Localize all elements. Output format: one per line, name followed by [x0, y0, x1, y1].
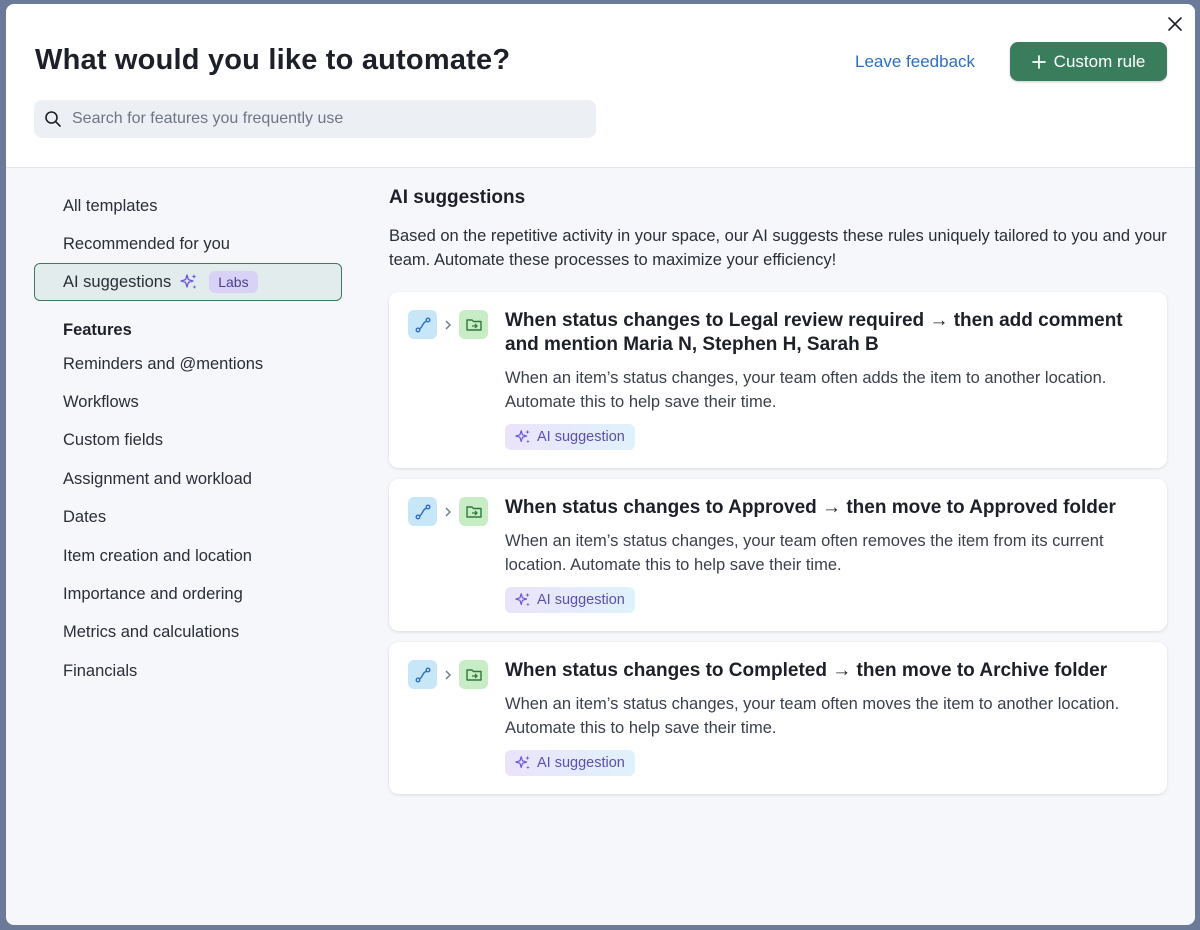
sidebar-item-reminders[interactable]: Reminders and @mentions — [34, 345, 342, 383]
sidebar-item-label: Financials — [63, 661, 138, 680]
folder-move-icon — [459, 310, 488, 339]
sidebar-item-label: Item creation and location — [63, 546, 252, 565]
card-icons — [408, 497, 488, 526]
custom-rule-label: Custom rule — [1053, 51, 1146, 71]
sparkle-icon — [515, 592, 530, 607]
section-title: AI suggestions — [389, 187, 526, 208]
sidebar-item-recommended[interactable]: Recommended for you — [34, 225, 342, 263]
suggestion-list: When status changes to Legal review requ… — [389, 292, 1167, 794]
card-description: When an item’s status changes, your team… — [505, 695, 1120, 737]
leave-feedback-link[interactable]: Leave feedback — [855, 52, 975, 72]
suggestion-card[interactable]: When status changes to Approved → then m… — [389, 479, 1167, 631]
ai-suggestion-chip[interactable]: AI suggestion — [505, 424, 635, 450]
folder-move-icon — [459, 660, 488, 689]
card-title: When status changes to Completed → then … — [505, 660, 1108, 681]
suggestion-card[interactable]: When status changes to Legal review requ… — [389, 292, 1167, 468]
ai-suggestion-chip[interactable]: AI suggestion — [505, 587, 635, 613]
sidebar-item-label: Assignment and workload — [63, 469, 252, 488]
sidebar-item-assignment[interactable]: Assignment and workload — [34, 460, 342, 498]
ai-suggestion-label: AI suggestion — [537, 592, 625, 608]
ai-suggestion-label: AI suggestion — [537, 429, 625, 445]
sidebar-item-importance[interactable]: Importance and ordering — [34, 575, 342, 613]
card-description: When an item’s status changes, your team… — [505, 369, 1107, 411]
main-content: AI suggestions Based on the repetitive a… — [389, 187, 1167, 805]
search-input[interactable] — [72, 110, 572, 128]
sidebar-item-label: Importance and ordering — [63, 585, 243, 604]
card-icons — [408, 310, 488, 339]
sidebar-item-all-templates[interactable]: All templates — [34, 187, 342, 225]
ai-suggestion-label: AI suggestion — [537, 755, 625, 771]
close-button[interactable] — [1165, 14, 1185, 34]
sidebar-item-item-creation[interactable]: Item creation and location — [34, 537, 342, 575]
sidebar-item-workflows[interactable]: Workflows — [34, 383, 342, 421]
sidebar-item-label: All templates — [63, 196, 158, 215]
sidebar-item-custom-fields[interactable]: Custom fields — [34, 422, 342, 460]
features-heading: Features — [63, 321, 132, 339]
card-description: When an item’s status changes, your team… — [505, 532, 1104, 574]
card-title: When status changes to Legal review requ… — [505, 310, 1123, 355]
section-description: Based on the repetitive activity in your… — [389, 227, 1167, 269]
page-title: What would you like to automate? — [35, 44, 511, 76]
search-bar — [34, 100, 596, 138]
sidebar-item-label: Metrics and calculations — [63, 623, 240, 642]
suggestion-card[interactable]: When status changes to Completed → then … — [389, 642, 1167, 794]
card-title: When status changes to Approved → then m… — [505, 497, 1116, 518]
workflow-icon — [408, 497, 437, 526]
modal-header: What would you like to automate? Leave f… — [6, 4, 1195, 168]
chevron-right-icon — [444, 669, 452, 681]
sidebar-item-label: Dates — [63, 508, 107, 527]
close-icon — [1168, 17, 1182, 31]
sidebar: All templates Recommended for you AI sug… — [34, 187, 342, 691]
chevron-right-icon — [444, 506, 452, 518]
custom-rule-button[interactable]: Custom rule — [1010, 42, 1167, 81]
sidebar-item-label: Custom fields — [63, 431, 163, 450]
sidebar-item-metrics[interactable]: Metrics and calculations — [34, 614, 342, 652]
folder-move-icon — [459, 497, 488, 526]
sidebar-item-ai-suggestions[interactable]: AI suggestions Labs — [34, 263, 342, 301]
sidebar-item-label: Workflows — [63, 393, 139, 412]
sparkle-icon — [180, 274, 197, 289]
automation-modal: What would you like to automate? Leave f… — [6, 4, 1195, 925]
sparkle-icon — [515, 755, 530, 770]
ai-suggestion-chip[interactable]: AI suggestion — [505, 750, 635, 776]
sidebar-item-label: Recommended for you — [63, 234, 230, 253]
labs-badge: Labs — [209, 271, 258, 293]
sparkle-icon — [515, 429, 530, 444]
chevron-right-icon — [444, 319, 452, 331]
sidebar-item-label: AI suggestions — [63, 272, 172, 291]
search-icon — [45, 111, 61, 127]
sidebar-item-dates[interactable]: Dates — [34, 499, 342, 537]
sidebar-item-financials[interactable]: Financials — [34, 652, 342, 690]
workflow-icon — [408, 310, 437, 339]
plus-icon — [1031, 54, 1046, 69]
card-icons — [408, 660, 488, 689]
sidebar-item-label: Reminders and @mentions — [63, 354, 264, 373]
workflow-icon — [408, 660, 437, 689]
